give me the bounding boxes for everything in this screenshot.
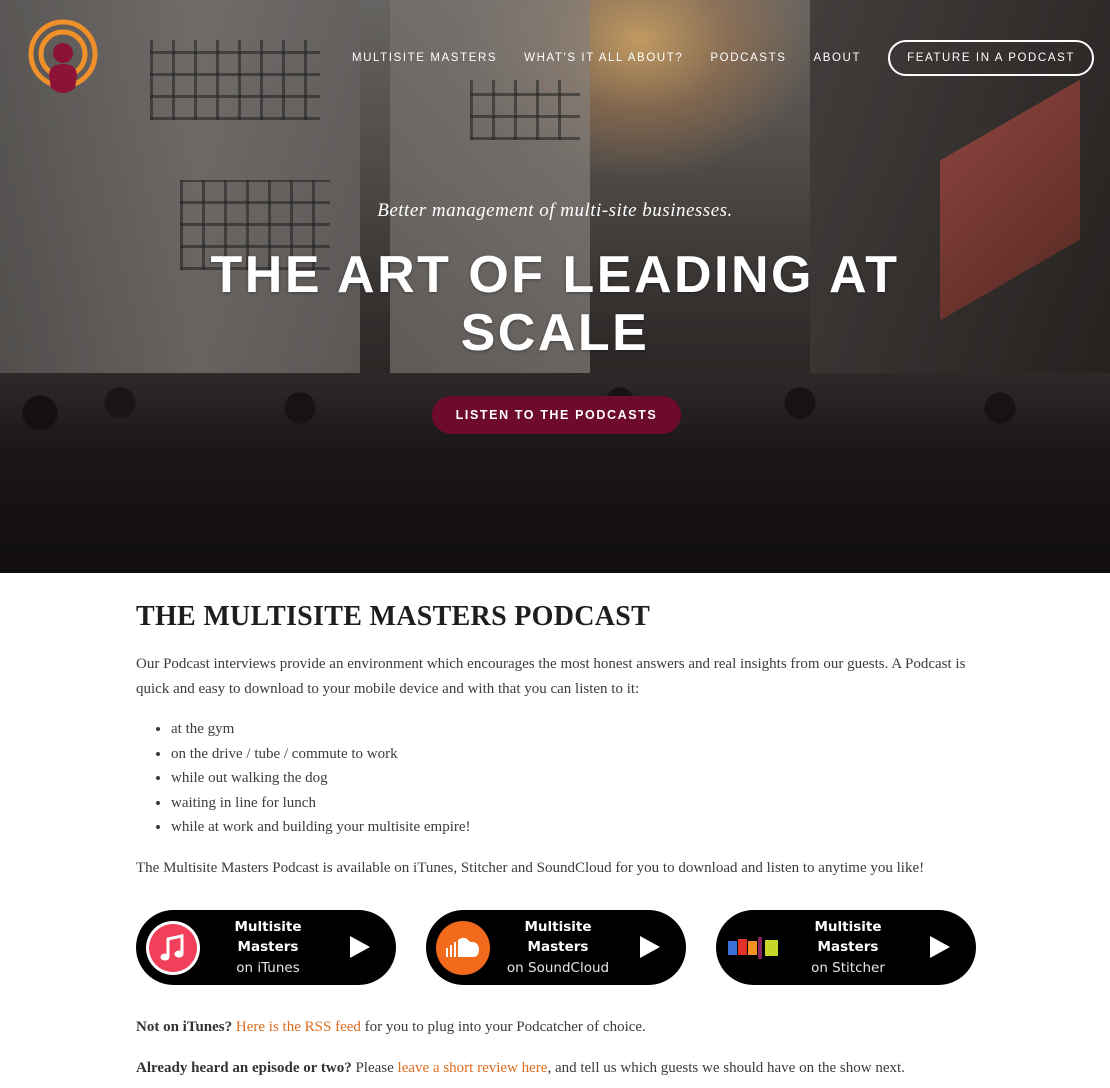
list-item: on the drive / tube / commute to work	[171, 742, 976, 767]
play-icon	[350, 936, 370, 958]
itunes-icon	[146, 920, 200, 975]
badge-title: Multisite Masters	[814, 918, 882, 955]
feature-in-a-podcast-button[interactable]: FEATURE IN A PODCAST	[888, 40, 1094, 76]
badge-platform: on Stitcher	[811, 959, 885, 976]
review-lead: Already heard an episode or two?	[136, 1059, 352, 1076]
list-item: waiting in line for lunch	[171, 791, 976, 816]
review-paragraph: Already heard an episode or two? Please …	[136, 1056, 976, 1081]
intro-paragraph: Our Podcast interviews provide an enviro…	[136, 656, 966, 697]
availability-paragraph: The Multisite Masters Podcast is availab…	[136, 859, 925, 876]
stitcher-icon	[728, 936, 778, 959]
rss-paragraph: Not on iTunes? Here is the RSS feed for …	[136, 1015, 976, 1040]
badge-platform: on iTunes	[236, 959, 300, 976]
badge-platform: on SoundCloud	[506, 959, 610, 976]
nav-item-multisite-masters[interactable]: MULTISITE MASTERS	[352, 52, 497, 64]
podcast-logo-icon[interactable]	[27, 18, 99, 100]
nav-item-about[interactable]: ABOUT	[813, 52, 861, 64]
badge-text: Multisite Masters on SoundCloud	[499, 917, 617, 979]
soundcloud-badge-button[interactable]: Multisite Masters on SoundCloud	[426, 910, 686, 985]
play-icon	[930, 936, 950, 958]
listen-to-podcasts-button[interactable]: LISTEN TO THE PODCASTS	[432, 396, 681, 434]
list-item: while at work and building your multisit…	[171, 815, 976, 840]
leave-review-link[interactable]: leave a short review here	[398, 1060, 548, 1076]
stitcher-badge-button[interactable]: Multisite Masters on Stitcher	[716, 910, 976, 985]
nav-item-podcasts[interactable]: PODCASTS	[710, 52, 786, 64]
listening-places-list: at the gym on the drive / tube / commute…	[171, 717, 976, 840]
soundcloud-icon	[436, 920, 490, 975]
badge-title: Multisite Masters	[524, 918, 592, 955]
itunes-badge-button[interactable]: Multisite Masters on iTunes	[136, 910, 396, 985]
review-text-pre: Please	[351, 1059, 398, 1076]
main-nav: MULTISITE MASTERS WHAT'S IT ALL ABOUT? P…	[352, 40, 1094, 76]
hero-subtitle: Better management of multi-site business…	[377, 200, 733, 221]
nav-item-whats-it-all-about[interactable]: WHAT'S IT ALL ABOUT?	[524, 52, 683, 64]
review-text-post: , and tell us which guests we should hav…	[547, 1059, 905, 1076]
badge-text: Multisite Masters on Stitcher	[789, 917, 907, 979]
hero-title: THE ART OF LEADING AT SCALE	[210, 246, 900, 362]
rss-feed-link[interactable]: Here is the RSS feed	[236, 1019, 361, 1035]
badge-text: Multisite Masters on iTunes	[209, 917, 327, 979]
play-icon	[640, 936, 660, 958]
list-item: while out walking the dog	[171, 766, 976, 791]
badge-title: Multisite Masters	[234, 918, 302, 955]
podcast-platform-badges: Multisite Masters on iTunes Multisite Ma…	[136, 910, 976, 985]
rss-lead: Not on iTunes?	[136, 1019, 233, 1035]
main-content: THE MULTISITE MASTERS PODCAST Our Podcas…	[136, 573, 976, 1080]
page-heading: THE MULTISITE MASTERS PODCAST	[136, 601, 651, 632]
rss-text: for you to plug into your Podcatcher of …	[360, 1019, 646, 1035]
list-item: at the gym	[171, 717, 976, 742]
hero-section: MULTISITE MASTERS WHAT'S IT ALL ABOUT? P…	[0, 0, 1110, 573]
